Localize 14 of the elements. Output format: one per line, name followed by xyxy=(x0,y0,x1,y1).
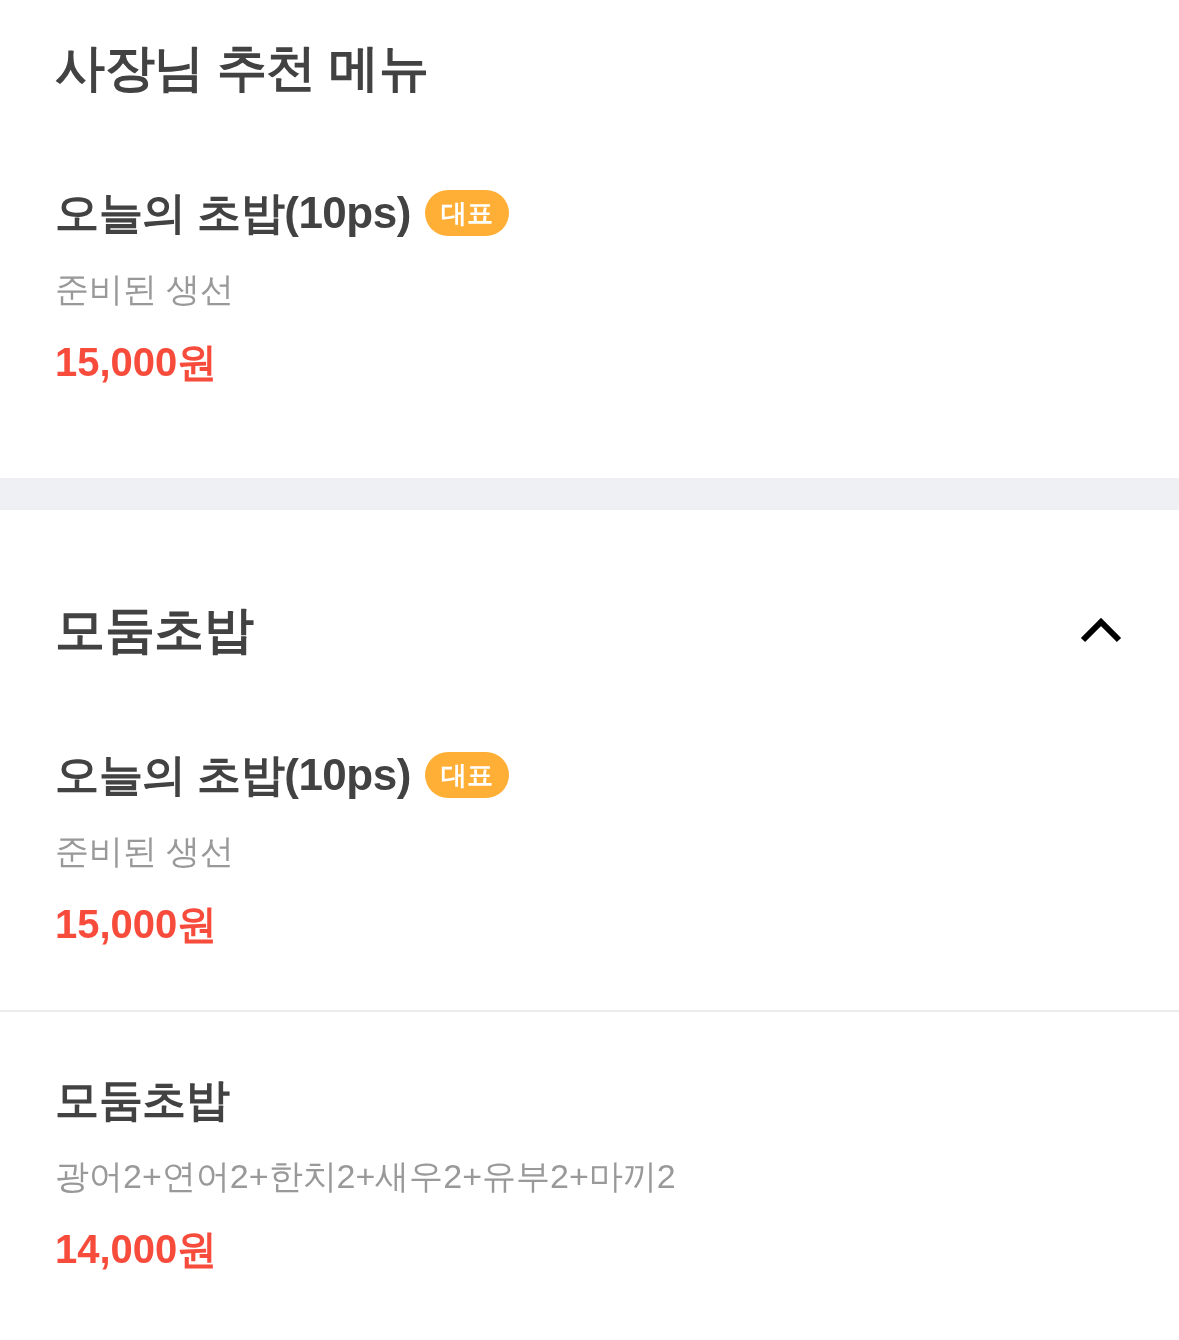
section-title: 모둠초밥 xyxy=(55,601,253,660)
menu-item-price: 15,000원 xyxy=(55,901,218,948)
menu-item-name: 오늘의 초밥(10ps) xyxy=(55,187,411,239)
menu-item-price: 15,000원 xyxy=(55,339,218,386)
signature-badge: 대표 xyxy=(424,190,509,236)
menu-item-name: 오늘의 초밥(10ps) xyxy=(55,749,411,801)
signature-badge: 대표 xyxy=(424,752,509,798)
menu-item-name: 모둠초밥 xyxy=(55,1074,229,1126)
section-title: 사장님 추천 메뉴 xyxy=(55,39,429,98)
menu-item-description: 광어2+연어2+한치2+새우2+유부2+마끼2 xyxy=(55,1156,676,1197)
chevron-up-icon[interactable] xyxy=(1080,617,1122,643)
menu-item-price: 14,000원 xyxy=(55,1226,218,1273)
menu-item-description: 준비된 생선 xyxy=(55,831,235,872)
menu-item-description: 준비된 생선 xyxy=(55,269,235,310)
